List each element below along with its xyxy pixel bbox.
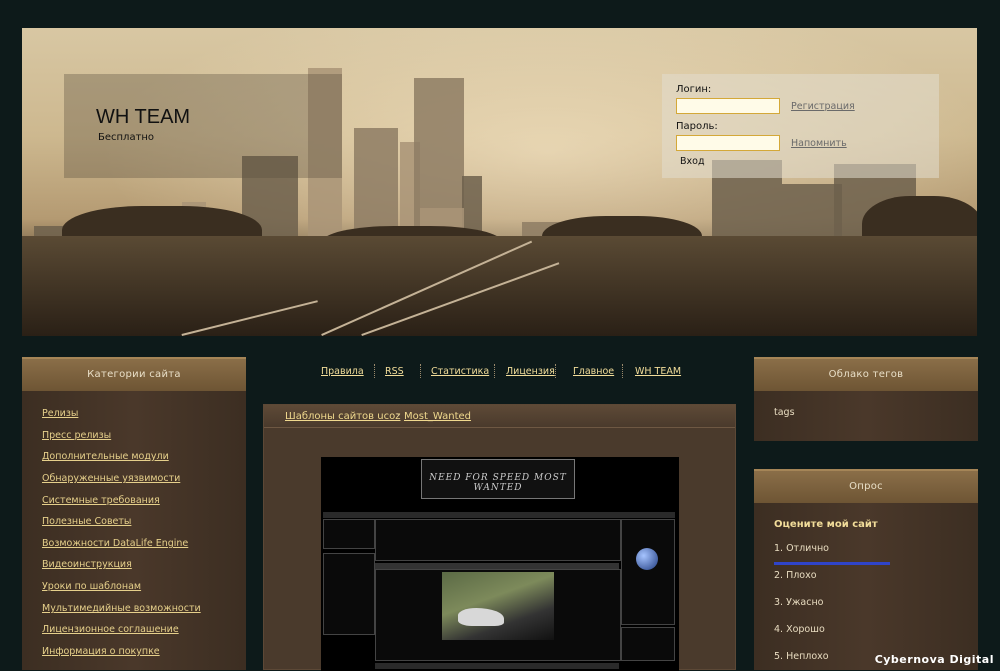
poll-question: Оцените мой сайт [774,519,878,530]
category-link[interactable]: Информация о покупке [42,646,160,657]
nav-separator [555,364,558,378]
tags-panel: tags [754,391,978,441]
main-content: Шаблоны сайтов ucoz › Most_Wanted NEED F… [263,404,736,671]
remind-link[interactable]: Напомнить [791,138,847,149]
preview-car-image [442,572,554,640]
login-label: Логин: [676,84,712,95]
poll-header: Опрос [754,469,978,503]
poll-option[interactable]: 1. Отлично [774,543,829,554]
header-banner: WH TEAM Бесплатно Логин: Регистрация Пар… [22,28,977,336]
category-link[interactable]: Пресс релизы [42,430,111,441]
login-button[interactable]: Вход [680,156,705,167]
category-link[interactable]: Полезные Советы [42,516,131,527]
preview-left-col [323,553,375,635]
preview-bar [375,663,619,669]
breadcrumb: Шаблоны сайтов ucoz › Most_Wanted [264,405,735,428]
nav-item-stats[interactable]: Статистика [431,366,489,377]
template-preview-image[interactable]: NEED FOR SPEED MOST WANTED [321,457,679,671]
site-subtitle: Бесплатно [98,132,155,143]
ground [22,236,977,336]
categories-title: Категории сайта [87,369,181,380]
poll-option[interactable]: 2. Плохо [774,570,817,581]
nav-separator [494,364,497,378]
watermark: Cybernova Digital [874,653,994,666]
nav-item-rss[interactable]: RSS [385,366,404,377]
category-link[interactable]: Мультимедийные возможности [42,603,201,614]
nav-item-license[interactable]: Лицензия [506,366,555,377]
tag-link[interactable]: tags [774,407,795,418]
site-title[interactable]: WH TEAM [96,106,190,129]
tags-title: Облако тегов [828,369,904,380]
poll-option[interactable]: 5. Неплохо [774,651,829,662]
site-title-box: WH TEAM Бесплатно [64,74,342,178]
breadcrumb-link[interactable]: Шаблоны сайтов ucoz [285,411,400,422]
register-link[interactable]: Регистрация [791,101,855,112]
categories-header: Категории сайта [22,357,246,391]
preview-top-box [375,519,621,561]
preview-right-col [621,627,675,661]
poll-result-bar [774,562,890,565]
category-link[interactable]: Лицензионное соглашение [42,624,179,635]
nav-item-rules[interactable]: Правила [321,366,364,377]
preview-article [375,569,621,661]
login-input[interactable] [676,98,780,114]
preview-car [458,608,504,626]
preview-right-col [621,519,675,625]
nav-item-main[interactable]: Главное [573,366,614,377]
password-input[interactable] [676,135,780,151]
nav-separator [374,364,377,378]
nfs-logo-text: NEED FOR SPEED MOST WANTED [429,473,567,493]
login-form: Логин: Регистрация Пароль: Напомнить Вхо… [662,74,939,178]
preview-bar [323,512,675,518]
nav-separator [622,364,625,378]
poll-title: Опрос [849,481,883,492]
password-label: Пароль: [676,121,718,132]
breadcrumb-separator: › [396,410,400,421]
category-link[interactable]: Уроки по шаблонам [42,581,141,592]
nfs-logo: NEED FOR SPEED MOST WANTED [421,459,575,499]
category-link[interactable]: Обнаруженные уязвимости [42,473,180,484]
preview-left-col [323,519,375,549]
category-link[interactable]: Возможности DataLife Engine [42,538,188,549]
category-link[interactable]: Релизы [42,408,78,419]
poll-option[interactable]: 3. Ужасно [774,597,824,608]
poll-panel: Оцените мой сайт 1. Отлично 2. Плохо 3. … [754,503,978,670]
category-link[interactable]: Системные требования [42,495,160,506]
preview-globe [636,548,658,570]
category-link[interactable]: Дополнительные модули [42,451,169,462]
categories-panel: Релизы Пресс релизы Дополнительные модул… [22,391,246,670]
tags-header: Облако тегов [754,357,978,391]
nav-item-whteam[interactable]: WH TEAM [635,366,681,377]
category-link[interactable]: Видеоинструкция [42,559,132,570]
poll-option[interactable]: 4. Хорошо [774,624,825,635]
breadcrumb-current[interactable]: Most_Wanted [404,411,471,422]
nav-separator [420,364,423,378]
